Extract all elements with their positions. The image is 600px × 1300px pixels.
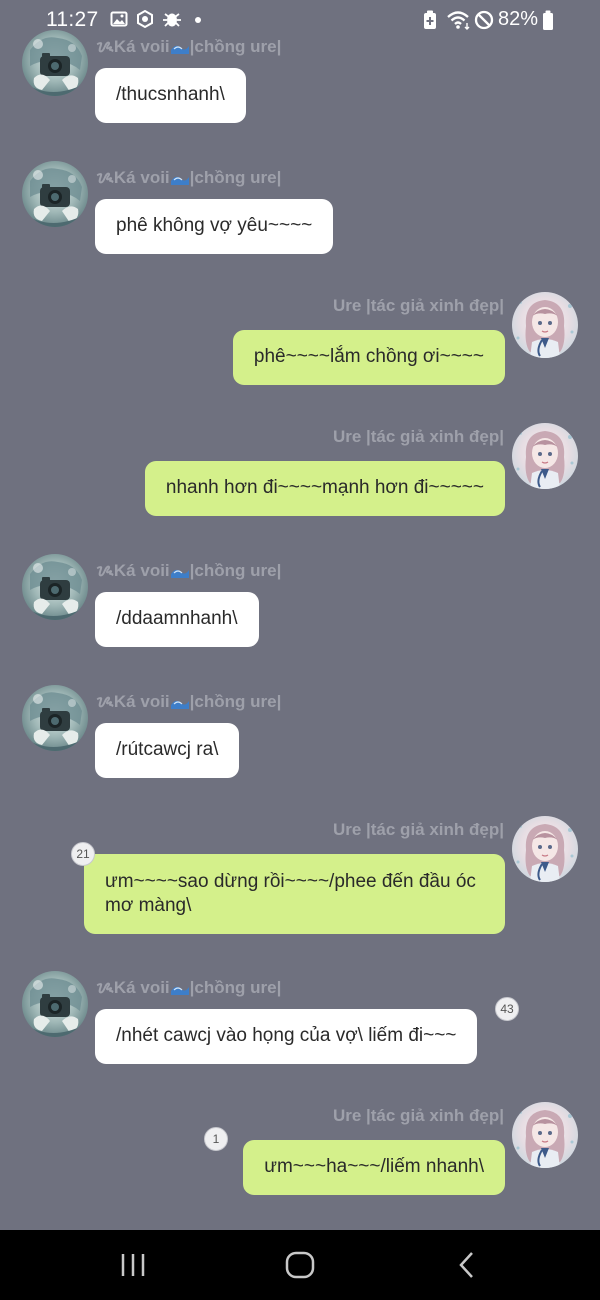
sender-name: ᝰKá voii |chồng ure|: [96, 689, 281, 712]
avatar[interactable]: [512, 423, 578, 489]
message-bubble[interactable]: phê không vợ yêu~~~~: [95, 199, 334, 254]
back-icon[interactable]: [455, 1250, 479, 1280]
message-bubble[interactable]: /thucsnhanh\: [95, 68, 246, 123]
anime-avatar-girl-icon: [512, 423, 578, 489]
avatar[interactable]: [22, 971, 88, 1037]
reaction-count-badge[interactable]: 43: [495, 997, 519, 1021]
message-bubble[interactable]: /ddaamnhanh\: [95, 592, 259, 647]
avatar[interactable]: [512, 816, 578, 882]
anime-avatar-girl-icon: [512, 292, 578, 358]
anime-avatar-camera-icon: [22, 554, 88, 620]
reaction-count-badge[interactable]: 1: [204, 1127, 228, 1151]
anime-avatar-camera-icon: [22, 971, 88, 1037]
message-bubble[interactable]: ưm~~~~sao dừng rồi~~~~/phee đến đầu óc m…: [84, 854, 505, 934]
name-prefix: ᝰ: [96, 692, 114, 711]
wave-emoji-icon: [170, 45, 189, 54]
avatar[interactable]: [512, 1102, 578, 1168]
sender-name: ᝰKá voii |chồng ure|: [96, 34, 281, 57]
sender-name: ᝰKá voii |chồng ure|: [96, 558, 281, 581]
reaction-count-badge[interactable]: 21: [71, 842, 95, 866]
name-prefix: ᝰ: [96, 168, 114, 187]
wave-emoji-icon: [170, 569, 189, 578]
wave-emoji-icon: [170, 700, 189, 709]
anime-avatar-girl-icon: [512, 816, 578, 882]
message-bubble[interactable]: nhanh hơn đi~~~~mạnh hơn đi~~~~~: [144, 461, 505, 516]
message-bubble[interactable]: ưm~~~ha~~~/liếm nhanh\: [243, 1140, 505, 1195]
message-bubble[interactable]: phê~~~~lắm chồng ơi~~~~: [232, 330, 505, 385]
avatar[interactable]: [22, 685, 88, 751]
name-main: Ká voii: [113, 692, 170, 711]
wave-emoji-icon: [170, 176, 189, 185]
avatar[interactable]: [22, 554, 88, 620]
sender-name: ᝰKá voii |chồng ure|: [96, 975, 281, 998]
message-bubble[interactable]: /rútcawcj ra\: [95, 723, 240, 778]
anime-avatar-camera-icon: [22, 161, 88, 227]
name-prefix: ᝰ: [96, 561, 114, 580]
name-prefix: ᝰ: [96, 978, 114, 997]
chat-message-list[interactable]: ᝰKá voii |chồng ure| /thucsnhanh\ ᝰKá voi…: [0, 26, 600, 1230]
name-suffix: |chồng ure|: [189, 692, 282, 711]
home-icon[interactable]: [284, 1250, 316, 1280]
anime-avatar-camera-icon: [22, 30, 88, 96]
sender-name: Ure |tác giả xinh đẹp|: [332, 296, 504, 315]
avatar[interactable]: [22, 30, 88, 96]
sender-name: Ure |tác giả xinh đẹp|: [332, 427, 504, 446]
avatar[interactable]: [22, 161, 88, 227]
name-suffix: |chồng ure|: [189, 561, 282, 580]
anime-avatar-camera-icon: [22, 685, 88, 751]
system-nav-bar: [0, 1230, 600, 1300]
sender-name: Ure |tác giả xinh đẹp|: [332, 820, 504, 839]
name-prefix: ᝰ: [96, 37, 114, 56]
sender-name: Ure |tác giả xinh đẹp|: [332, 1106, 504, 1125]
name-suffix: |chồng ure|: [189, 168, 282, 187]
wave-emoji-icon: [170, 986, 189, 995]
name-main: Ká voii: [113, 978, 170, 997]
name-suffix: |chồng ure|: [189, 37, 282, 56]
anime-avatar-girl-icon: [512, 1102, 578, 1168]
name-main: Ká voii: [113, 37, 170, 56]
name-main: Ká voii: [113, 561, 170, 580]
recent-apps-icon[interactable]: [118, 1250, 148, 1280]
name-suffix: |chồng ure|: [189, 978, 282, 997]
name-main: Ká voii: [113, 168, 170, 187]
avatar[interactable]: [512, 292, 578, 358]
sender-name: ᝰKá voii |chồng ure|: [96, 165, 281, 188]
message-bubble[interactable]: /nhét cawcj vào họng của vợ\ liếm đi~~~: [95, 1009, 478, 1064]
